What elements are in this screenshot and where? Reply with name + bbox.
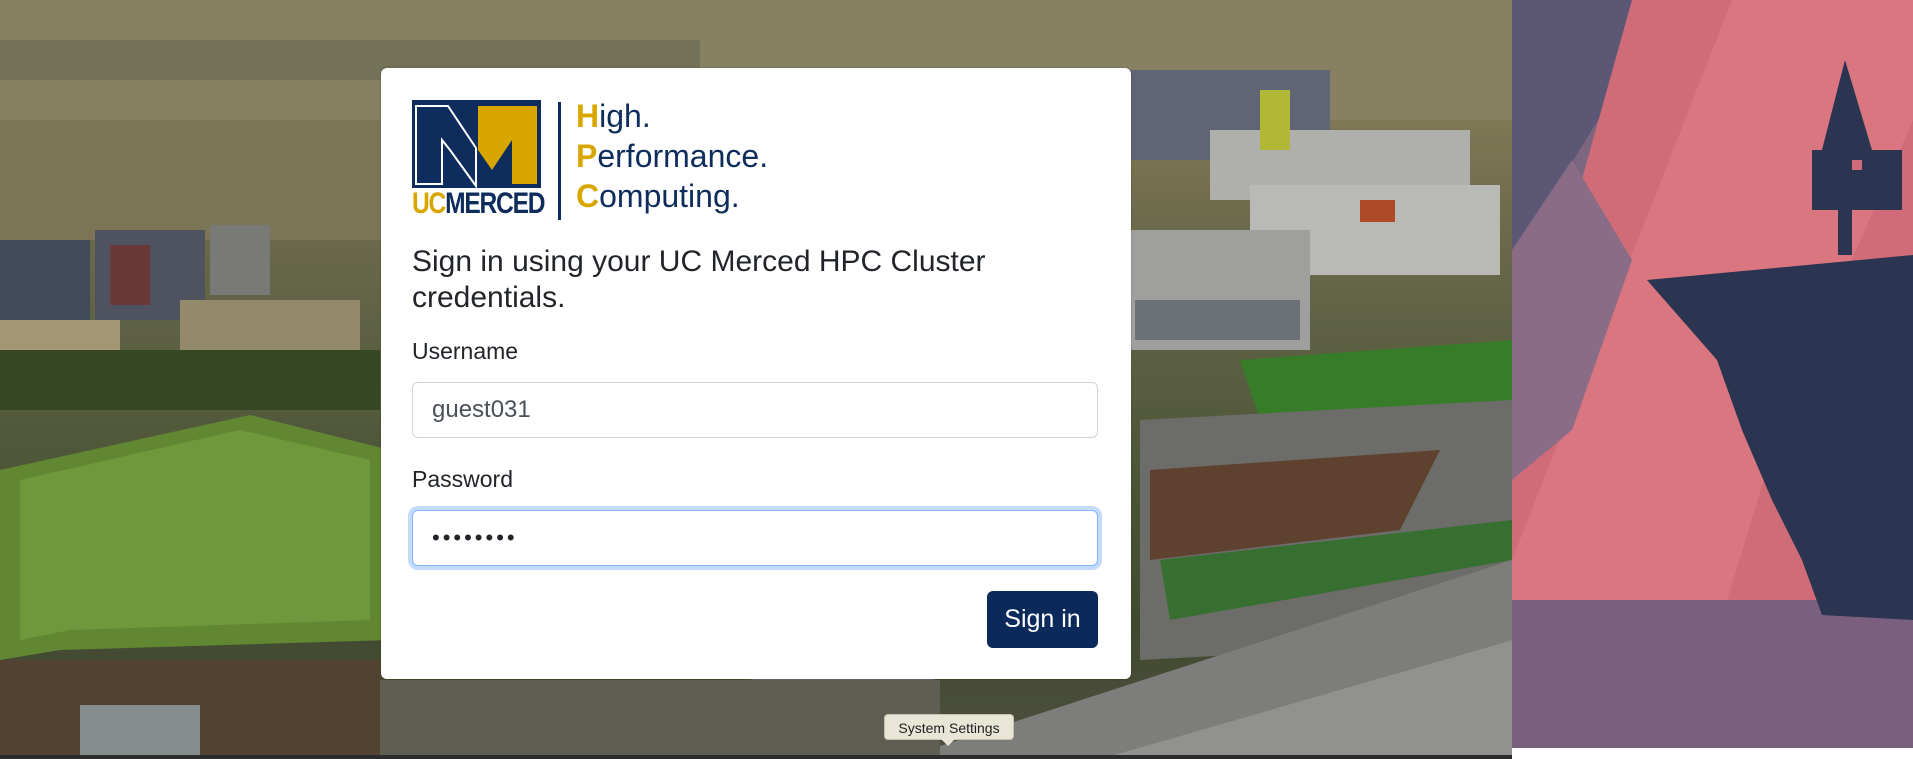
sign-in-button[interactable]: Sign in [987,591,1098,648]
merced-wordmark: MERCED [445,187,545,220]
login-heading: Sign in using your UC Merced HPC Cluster… [412,245,986,314]
login-card: UCMERCED High. Performance. Computing. S… [381,68,1131,679]
hpc-line-computing: Computing. [576,178,740,214]
username-input[interactable] [412,382,1098,438]
uc-merced-m-logo-icon [412,100,541,188]
system-settings-tooltip: System Settings [884,714,1014,740]
tooltip-tail [941,739,955,746]
password-input[interactable] [412,510,1098,566]
logo-divider [558,102,561,220]
ucmerced-wordmark: UCMERCED [412,187,546,220]
password-label: Password [412,466,513,492]
desktop-wallpaper [1512,0,1913,748]
uc-merced-hpc-logo: UCMERCED High. Performance. Computing. [412,98,812,222]
hpc-line-high: High. [576,98,651,134]
hpc-tagline: High. Performance. Computing. [576,96,768,216]
hpc-line-performance: Performance. [576,138,769,174]
uc-wordmark: UC [412,187,446,220]
username-label: Username [412,338,519,364]
bottom-edge-strip [0,755,1512,759]
